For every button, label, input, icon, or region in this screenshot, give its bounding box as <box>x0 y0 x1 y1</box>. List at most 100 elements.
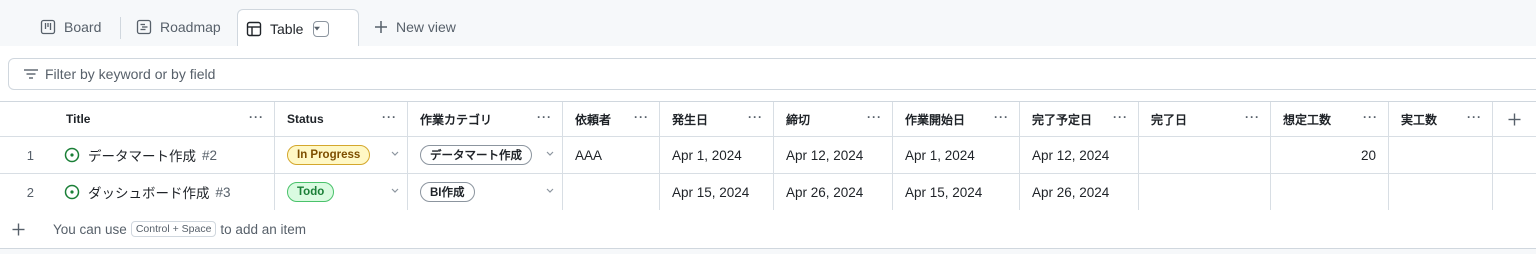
column-label: 完了日 <box>1151 112 1188 127</box>
column-label: 実工数 <box>1401 112 1438 127</box>
category-cell[interactable]: BI作成 <box>408 174 563 210</box>
row-number-header <box>0 102 54 136</box>
tab-roadmap-label: Roadmap <box>160 19 221 35</box>
view-options-button[interactable] <box>313 20 330 37</box>
chevron-down-icon[interactable] <box>546 188 554 194</box>
filter-icon <box>24 69 38 79</box>
category-cell[interactable]: データマート作成 <box>408 137 563 173</box>
start-date-cell[interactable]: Apr 15, 2024 <box>893 174 1020 210</box>
triangle-down-icon <box>314 26 321 30</box>
requester-cell[interactable] <box>563 174 660 210</box>
deadline-cell[interactable]: Apr 26, 2024 <box>774 174 893 210</box>
empty-cell <box>1493 137 1536 173</box>
filter-input[interactable]: Filter by keyword or by field <box>8 58 1536 90</box>
column-label: 想定工数 <box>1283 112 1332 127</box>
hint-prefix: You can use <box>53 221 127 237</box>
chevron-down-icon[interactable] <box>546 151 554 157</box>
column-label: 完了予定日 <box>1032 112 1093 127</box>
title-cell[interactable]: ダッシュボード作成 #3 <box>54 174 275 210</box>
planned-end-cell[interactable]: Apr 12, 2024 <box>1020 137 1139 173</box>
estimate-cell[interactable] <box>1271 174 1389 210</box>
status-cell[interactable]: Todo <box>275 174 408 210</box>
column-header-start[interactable]: 作業開始日 ··· <box>893 102 1020 136</box>
table-row[interactable]: 2 ダッシュボード作成 #3 Todo BI作成 Apr 15, 2024 Ap… <box>0 174 1536 211</box>
plus-icon <box>1508 113 1521 125</box>
done-date-cell[interactable] <box>1139 174 1271 210</box>
occurred-date-cell[interactable]: Apr 1, 2024 <box>660 137 774 173</box>
category-badge: BI作成 <box>420 182 475 202</box>
view-tabs: Board Roadmap Table New view <box>0 0 1536 47</box>
table-row[interactable]: 1 データマート作成 #2 In Progress データマート作成 AAA A… <box>0 137 1536 174</box>
status-badge: In Progress <box>287 145 371 165</box>
column-label: 依頼者 <box>575 112 612 127</box>
requester-cell[interactable]: AAA <box>563 137 660 173</box>
open-issue-icon <box>64 147 80 163</box>
add-field-button[interactable] <box>1493 102 1536 136</box>
tab-table[interactable]: Table <box>237 9 359 47</box>
table-icon <box>246 21 262 36</box>
status-cell[interactable]: In Progress <box>275 137 408 173</box>
issue-number: #3 <box>215 184 231 200</box>
chevron-down-icon[interactable] <box>391 188 399 194</box>
column-label: 作業開始日 <box>905 112 966 127</box>
column-header-actual[interactable]: 実工数 ··· <box>1389 102 1493 136</box>
column-header-done[interactable]: 完了日 ··· <box>1139 102 1271 136</box>
column-header-occurred[interactable]: 発生日 ··· <box>660 102 774 136</box>
column-header-category[interactable]: 作業カテゴリ ··· <box>408 102 563 136</box>
issue-title[interactable]: ダッシュボード作成 <box>88 182 210 202</box>
tab-table-label: Table <box>270 20 304 37</box>
row-number: 2 <box>26 184 34 200</box>
board-icon <box>40 19 56 35</box>
column-menu-icon[interactable]: ··· <box>1245 110 1260 124</box>
column-label: 発生日 <box>672 112 709 127</box>
column-menu-icon[interactable]: ··· <box>748 110 763 124</box>
estimate-cell[interactable]: 20 <box>1271 137 1389 173</box>
hint-suffix: to add an item <box>220 221 306 237</box>
status-badge: Todo <box>287 182 335 202</box>
column-label: Status <box>287 112 324 126</box>
column-menu-icon[interactable]: ··· <box>537 110 552 124</box>
deadline-cell[interactable]: Apr 12, 2024 <box>774 137 893 173</box>
new-view-button[interactable]: New view <box>366 9 464 45</box>
column-menu-icon[interactable]: ··· <box>382 110 397 124</box>
column-header-status[interactable]: Status ··· <box>275 102 408 136</box>
planned-end-cell[interactable]: Apr 26, 2024 <box>1020 174 1139 210</box>
add-item-row[interactable]: You can use Control + Space to add an it… <box>0 210 1536 249</box>
column-menu-icon[interactable]: ··· <box>1363 110 1378 124</box>
column-header-planned-end[interactable]: 完了予定日 ··· <box>1020 102 1139 136</box>
title-cell[interactable]: データマート作成 #2 <box>54 137 275 173</box>
shortcut-kbd: Control + Space <box>130 221 217 237</box>
table-header: Title ··· Status ··· 作業カテゴリ ··· 依頼者 ··· 発生日 ·… <box>0 101 1536 137</box>
actual-cell[interactable] <box>1389 174 1493 210</box>
column-menu-icon[interactable]: ··· <box>867 110 882 124</box>
column-menu-icon[interactable]: ··· <box>1113 110 1128 124</box>
chevron-down-icon[interactable] <box>391 151 399 157</box>
column-menu-icon[interactable]: ··· <box>1467 110 1482 124</box>
empty-cell <box>1493 174 1536 210</box>
tab-roadmap[interactable]: Roadmap <box>128 9 229 45</box>
open-issue-icon <box>64 184 80 200</box>
tab-divider <box>120 17 121 39</box>
start-date-cell[interactable]: Apr 1, 2024 <box>893 137 1020 173</box>
issue-number: #2 <box>202 147 218 163</box>
filter-placeholder: Filter by keyword or by field <box>45 66 216 82</box>
column-header-requester[interactable]: 依頼者 ··· <box>563 102 660 136</box>
column-label: 作業カテゴリ <box>420 112 493 127</box>
column-header-deadline[interactable]: 締切 ··· <box>774 102 893 136</box>
column-menu-icon[interactable]: ··· <box>994 110 1009 124</box>
occurred-date-cell[interactable]: Apr 15, 2024 <box>660 174 774 210</box>
row-number: 1 <box>26 147 34 163</box>
column-header-estimate[interactable]: 想定工数 ··· <box>1271 102 1389 136</box>
column-menu-icon[interactable]: ··· <box>634 110 649 124</box>
plus-icon[interactable] <box>12 223 25 236</box>
project-table: Title ··· Status ··· 作業カテゴリ ··· 依頼者 ··· 発生日 ·… <box>0 101 1536 211</box>
done-date-cell[interactable] <box>1139 137 1271 173</box>
actual-cell[interactable] <box>1389 137 1493 173</box>
category-badge: データマート作成 <box>420 145 532 165</box>
column-header-title[interactable]: Title ··· <box>54 102 275 136</box>
tab-board[interactable]: Board <box>32 9 109 45</box>
column-menu-icon[interactable]: ··· <box>249 110 264 124</box>
column-label: 締切 <box>786 112 811 127</box>
issue-title[interactable]: データマート作成 <box>88 145 196 165</box>
new-view-label: New view <box>396 19 456 35</box>
